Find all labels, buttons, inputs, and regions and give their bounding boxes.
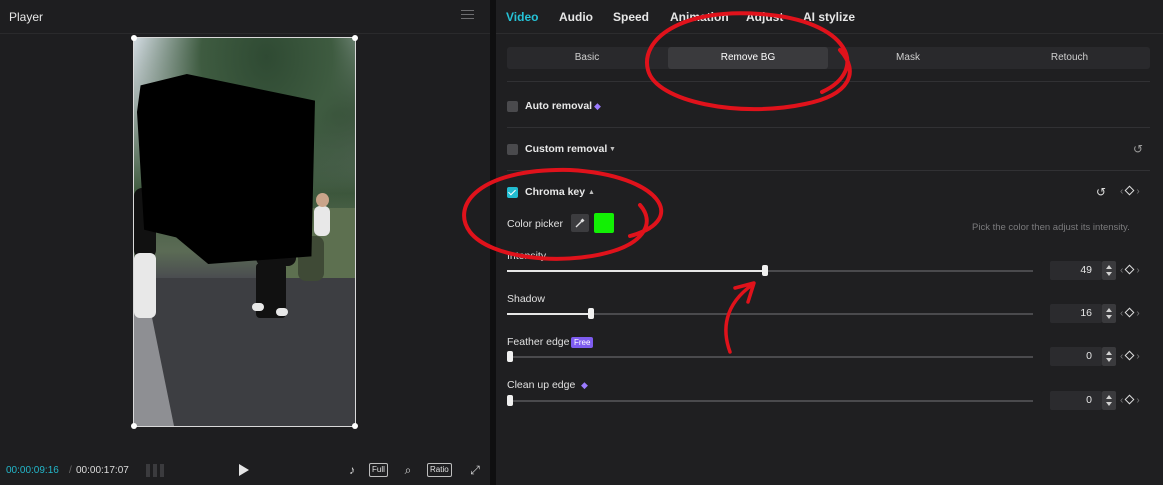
color-picker-label: Color picker <box>507 218 564 230</box>
play-icon[interactable] <box>239 464 249 476</box>
full-button[interactable]: Full <box>369 463 388 477</box>
tiktok-icon[interactable]: ♪ <box>345 463 359 477</box>
inspector-panel: Video Audio Speed Animation Adjust AI st… <box>496 0 1163 485</box>
subtab-retouch[interactable]: Retouch <box>989 47 1150 69</box>
color-swatch[interactable] <box>594 213 614 233</box>
subtab-bar: Basic Remove BG Mask Retouch <box>507 47 1150 69</box>
player-panel: Player 00:00:09:16 / 00:00:17:07 ♪ Full … <box>0 0 490 485</box>
tab-adjust[interactable]: Adjust <box>746 10 783 24</box>
shadow-label: Shadow <box>507 293 545 305</box>
tab-video[interactable]: Video <box>506 10 538 24</box>
tab-ai-stylize[interactable]: AI stylize <box>803 10 855 24</box>
clean-up-edge-value[interactable]: 0 <box>1050 391 1102 410</box>
intensity-slider-thumb[interactable] <box>762 265 768 276</box>
keyframe-icon[interactable]: ‹ › <box>1120 185 1140 197</box>
resize-handle[interactable] <box>352 423 358 429</box>
reset-icon[interactable]: ↺ <box>1133 143 1143 155</box>
video-preview[interactable] <box>133 37 356 427</box>
player-controls: 00:00:09:16 / 00:00:17:07 ♪ Full ⌕ Ratio… <box>0 458 490 485</box>
pro-gem-icon: ◆ <box>594 101 601 111</box>
subtab-basic[interactable]: Basic <box>507 47 667 69</box>
shadow-slider-thumb[interactable] <box>588 308 594 319</box>
fullscreen-icon[interactable]: ⤢ <box>468 463 482 477</box>
menu-icon[interactable] <box>461 10 474 21</box>
shadow-stepper[interactable] <box>1102 304 1116 323</box>
shadow-slider-fill <box>507 313 591 315</box>
ratio-button[interactable]: Ratio <box>427 463 452 477</box>
intensity-stepper[interactable] <box>1102 261 1116 280</box>
custom-removal-label[interactable]: Custom removal <box>525 143 607 155</box>
timecode-current: 00:00:09:16 <box>6 465 59 476</box>
removed-background-area <box>137 74 315 264</box>
keyframe-icon[interactable]: ‹ › <box>1120 307 1140 319</box>
clean-up-edge-stepper[interactable] <box>1102 391 1116 410</box>
keyframe-icon[interactable]: ‹ › <box>1120 394 1140 406</box>
timecode-total: 00:00:17:07 <box>76 465 129 476</box>
eyedropper-icon <box>575 218 585 228</box>
feather-edge-value[interactable]: 0 <box>1050 347 1102 366</box>
chevron-down-icon[interactable]: ▼ <box>609 146 616 153</box>
chevron-up-icon[interactable]: ▲ <box>588 189 595 196</box>
intensity-slider[interactable] <box>507 265 1033 276</box>
clean-up-edge-label: Clean up edge <box>507 379 576 391</box>
auto-removal-checkbox[interactable] <box>507 101 518 112</box>
resize-handle[interactable] <box>131 35 137 41</box>
timecode-separator: / <box>69 465 72 476</box>
timeline-grid-icon[interactable] <box>146 464 165 477</box>
reset-icon[interactable]: ↺ <box>1096 186 1106 198</box>
intensity-value[interactable]: 49 <box>1050 261 1102 280</box>
shadow-slider[interactable] <box>507 308 1033 319</box>
clean-up-edge-slider[interactable] <box>507 395 1033 406</box>
tab-audio[interactable]: Audio <box>559 10 593 24</box>
tab-speed[interactable]: Speed <box>613 10 649 24</box>
chroma-key-label[interactable]: Chroma key <box>525 186 585 198</box>
subtab-mask[interactable]: Mask <box>828 47 988 69</box>
intensity-label: Intensity <box>507 250 547 262</box>
resize-handle[interactable] <box>352 35 358 41</box>
feather-edge-slider[interactable] <box>507 351 1033 362</box>
feather-edge-label: Feather edge <box>507 336 570 348</box>
feather-edge-slider-thumb[interactable] <box>507 351 513 362</box>
subtab-remove-bg[interactable]: Remove BG <box>668 47 828 69</box>
color-picker-hint: Pick the color then adjust its intensity… <box>972 222 1130 233</box>
pro-gem-icon: ◆ <box>581 380 588 390</box>
clean-up-edge-slider-thumb[interactable] <box>507 395 513 406</box>
free-badge: Free <box>571 337 594 348</box>
keyframe-icon[interactable]: ‹ › <box>1120 264 1140 276</box>
inspector-tabs: Video Audio Speed Animation Adjust AI st… <box>496 0 1163 34</box>
feather-edge-stepper[interactable] <box>1102 347 1116 366</box>
player-title: Player <box>9 10 44 24</box>
shadow-value[interactable]: 16 <box>1050 304 1102 323</box>
eyedropper-button[interactable] <box>571 214 589 232</box>
resize-handle[interactable] <box>131 423 137 429</box>
tab-animation[interactable]: Animation <box>670 10 729 24</box>
custom-removal-checkbox[interactable] <box>507 144 518 155</box>
zoom-fit-icon[interactable]: ⌕ <box>401 463 415 477</box>
keyframe-icon[interactable]: ‹ › <box>1120 350 1140 362</box>
intensity-slider-fill <box>507 270 765 272</box>
player-header: Player <box>0 0 490 34</box>
chroma-key-checkbox[interactable] <box>507 187 518 198</box>
auto-removal-label: Auto removal <box>525 100 593 112</box>
